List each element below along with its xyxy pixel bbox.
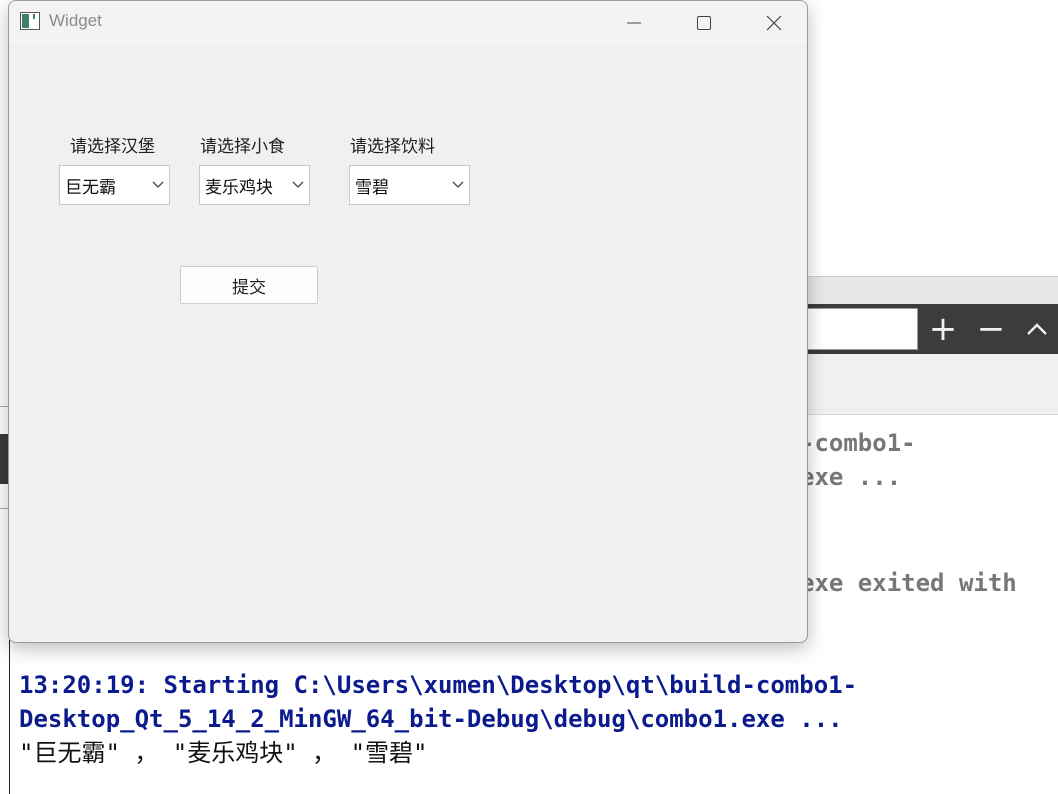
divider <box>9 640 10 794</box>
maximize-icon <box>697 16 711 30</box>
title-bar[interactable]: Widget <box>9 1 807 45</box>
chevron-up-icon[interactable] <box>1014 304 1058 354</box>
burger-label: 请选择汉堡 <box>70 137 155 157</box>
drink-label: 请选择饮料 <box>350 137 435 157</box>
app-window-icon <box>20 12 40 30</box>
chevron-down-icon <box>147 165 169 205</box>
widget-window: Widget 请选择汉堡 请选择小食 请选择饮料 巨无霸 麦乐鸡块 雪碧 提交 <box>8 0 808 643</box>
close-button[interactable] <box>739 1 807 45</box>
chevron-down-icon <box>447 165 469 205</box>
submit-button[interactable]: 提交 <box>180 266 318 304</box>
burger-combobox[interactable]: 巨无霸 <box>59 165 170 205</box>
output-line: "巨无霸" ， "麦乐鸡块" ， "雪碧" <box>19 739 428 767</box>
drink-selected-value: 雪碧 <box>355 177 389 198</box>
minimize-icon <box>627 22 641 24</box>
output-fragment: -combo1- <box>800 429 916 457</box>
output-line: Desktop_Qt_5_14_2_MinGW_64_bit-Debug\deb… <box>19 705 843 733</box>
window-title: Widget <box>49 11 102 30</box>
close-icon <box>766 15 782 31</box>
output-fragment: exe ... <box>800 463 902 491</box>
maximize-button[interactable] <box>669 1 739 45</box>
minimize-button[interactable] <box>599 1 669 45</box>
divider <box>0 508 8 509</box>
chevron-down-icon <box>287 165 309 205</box>
minus-icon[interactable]: − <box>968 304 1014 354</box>
drink-combobox[interactable]: 雪碧 <box>349 165 470 205</box>
snack-selected-value: 麦乐鸡块 <box>205 177 273 198</box>
plus-icon[interactable]: + <box>920 304 966 354</box>
snack-label: 请选择小食 <box>200 137 285 157</box>
divider <box>0 406 8 407</box>
snack-combobox[interactable]: 麦乐鸡块 <box>199 165 310 205</box>
output-fragment: exe exited with <box>800 569 1017 597</box>
output-line: 13:20:19: Starting C:\Users\xumen\Deskto… <box>19 671 858 699</box>
burger-selected-value: 巨无霸 <box>65 177 116 198</box>
ide-left-strip <box>0 434 8 484</box>
